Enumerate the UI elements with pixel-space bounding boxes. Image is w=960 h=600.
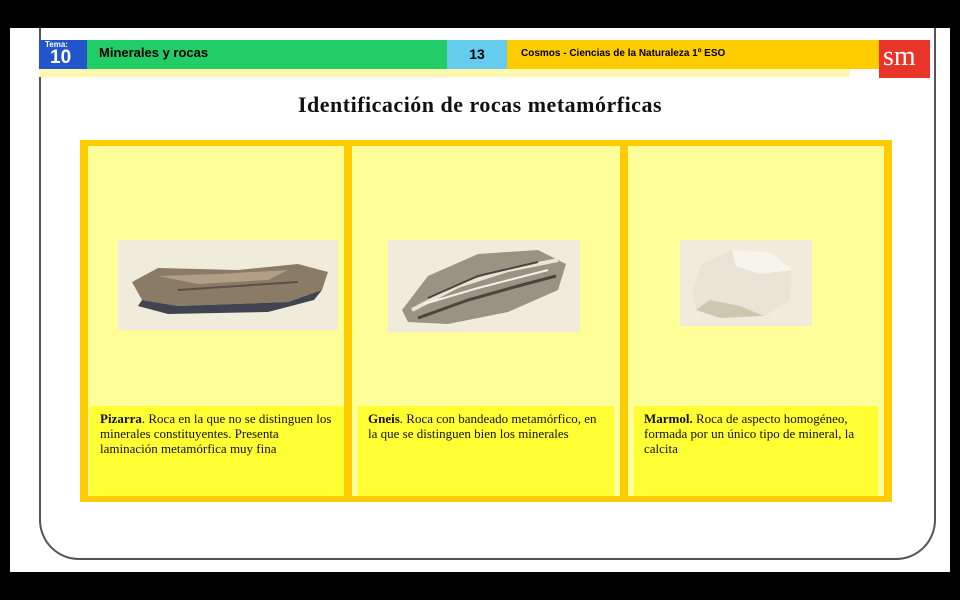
- rock-image-pizarra: [118, 240, 338, 330]
- rock-image-gneis: [388, 240, 580, 332]
- rock-image-marmol: [680, 240, 812, 326]
- rock-card-gneis: Gneis. Roca con bandeado metamórfico, en…: [352, 146, 620, 496]
- page-title: Identificación de rocas metamórficas: [297, 92, 663, 117]
- sm-logo: sm: [879, 40, 930, 78]
- book-title: Cosmos - Ciencias de la Naturaleza 1º ES…: [521, 48, 726, 59]
- rock-name: Gneis: [368, 411, 400, 426]
- rock-card-pizarra: Pizarra. Roca en la que no se distinguen…: [88, 146, 344, 496]
- rock-caption-gneis: Gneis. Roca con bandeado metamórfico, en…: [358, 406, 614, 496]
- rock-caption-marmol: Marmol. Roca de aspecto homogéneo, forma…: [634, 406, 878, 496]
- rock-description: . Roca con bandeado metamórfico, en la q…: [368, 411, 597, 441]
- header-bar: Tema: 10 Minerales y rocas 13 Cosmos - C…: [39, 40, 934, 78]
- book-box: Cosmos - Ciencias de la Naturaleza 1º ES…: [507, 40, 879, 69]
- slide: Tema: 10 Minerales y rocas 13 Cosmos - C…: [10, 28, 950, 572]
- slate-rock-icon: [132, 264, 328, 314]
- topic-box: Minerales y rocas: [87, 40, 447, 69]
- topic-title: Minerales y rocas: [99, 45, 209, 60]
- rock-caption-pizarra: Pizarra. Roca en la que no se distinguen…: [90, 406, 344, 496]
- page-number: 13: [469, 46, 485, 62]
- rocks-panel: Pizarra. Roca en la que no se distinguen…: [80, 140, 892, 502]
- logo-text: sm: [883, 41, 916, 72]
- rock-card-marmol: Marmol. Roca de aspecto homogéneo, forma…: [628, 146, 884, 496]
- gneiss-rock-icon: [402, 250, 566, 324]
- rock-name: Marmol.: [644, 411, 693, 426]
- page-box: 13: [447, 40, 507, 69]
- header-strip: [39, 69, 850, 77]
- tema-badge: Tema: 10: [39, 40, 87, 69]
- rock-name: Pizarra: [100, 411, 142, 426]
- marble-rock-icon: [692, 250, 792, 318]
- tema-number: 10: [50, 47, 72, 68]
